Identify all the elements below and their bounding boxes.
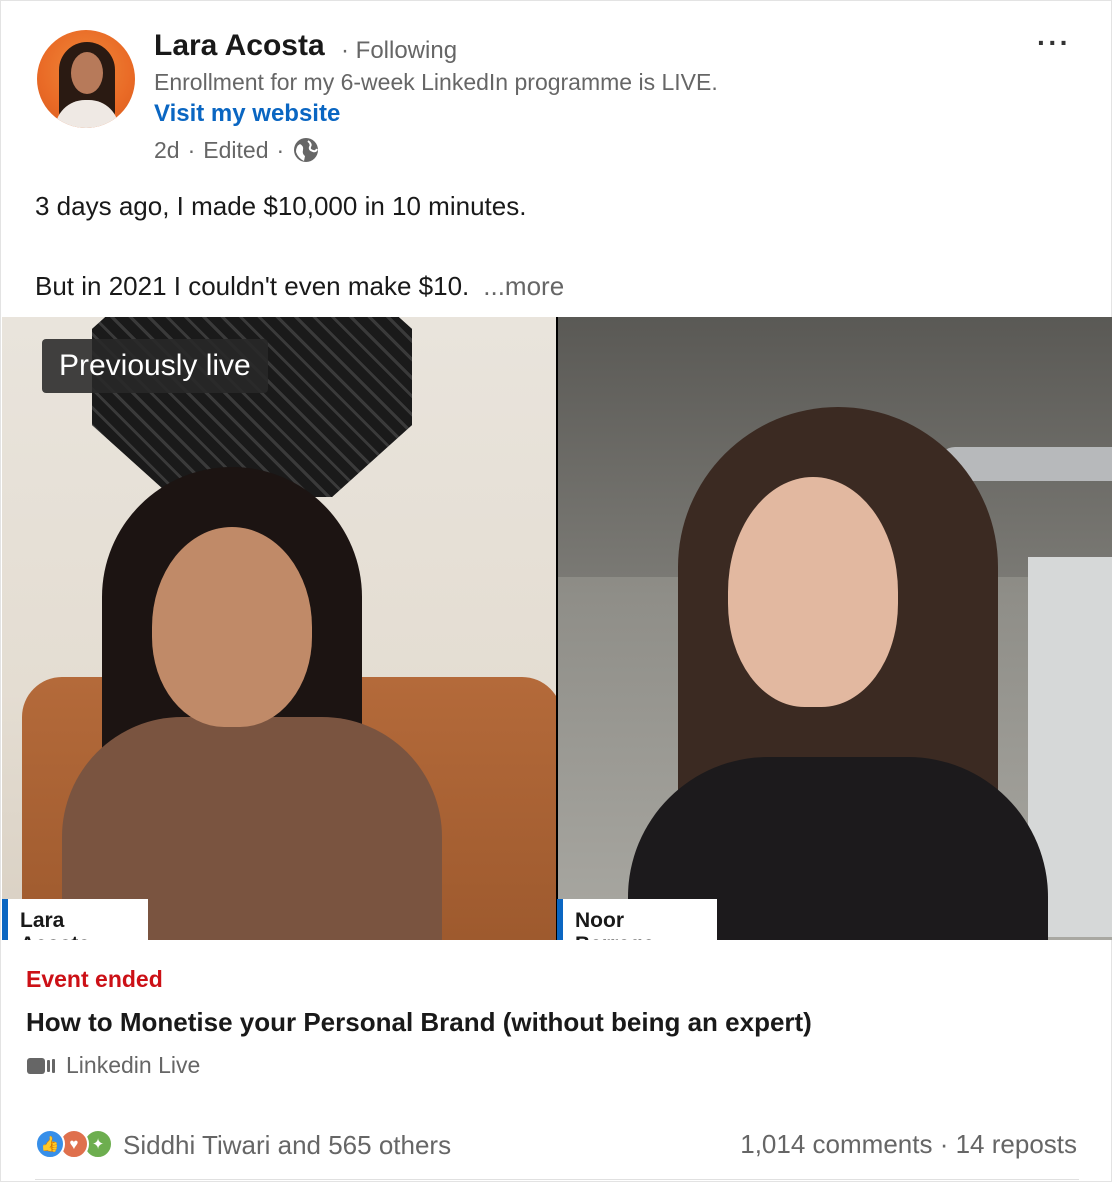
following-status: · Following [341, 37, 458, 64]
reactors-text[interactable]: Siddhi Tiwari and 565 others [123, 1130, 451, 1161]
social-reactions[interactable]: 👍 ♥ ✦ Siddhi Tiwari and 565 others [35, 1129, 451, 1161]
event-type: Linkedin Live [26, 1052, 200, 1079]
engagement-counts: 1,014 comments · 14 reposts [740, 1129, 1077, 1160]
divider [35, 1179, 1079, 1180]
participant-name-tag-left: Lara Acosta [2, 899, 148, 940]
reposts-count[interactable]: 14 reposts [956, 1129, 1077, 1159]
participant-name-tag-right: Noor Barrage [557, 899, 717, 940]
see-more-link[interactable]: ...more [483, 271, 564, 301]
event-type-label: Linkedin Live [66, 1052, 201, 1078]
post-line-1: 3 days ago, I made $10,000 in 10 minutes… [35, 191, 527, 221]
post-text: 3 days ago, I made $10,000 in 10 minutes… [35, 186, 564, 306]
event-title[interactable]: How to Monetise your Personal Brand (wit… [26, 1007, 812, 1038]
participant-face [152, 527, 312, 727]
post-card: Lara Acosta · Following Enrollment for m… [0, 0, 1112, 1182]
author-headline: Enrollment for my 6-week LinkedIn progra… [154, 69, 718, 95]
avatar-face [71, 52, 103, 94]
video-pane-right [558, 317, 1112, 940]
meta-separator: · [187, 136, 196, 163]
comments-count[interactable]: 1,014 comments [740, 1129, 932, 1159]
reaction-icons: 👍 ♥ ✦ [35, 1129, 117, 1161]
previously-live-badge: Previously live [42, 339, 268, 393]
globe-icon [294, 138, 319, 162]
meta-separator: · [276, 136, 285, 163]
more-options-icon[interactable]: ··· [1037, 27, 1071, 59]
participant-face [728, 477, 898, 707]
edited-label: Edited [203, 136, 269, 163]
live-video[interactable]: Previously live Lara Acosta Noor Barrage [2, 317, 1112, 940]
author-name[interactable]: Lara Acosta [154, 29, 325, 63]
visit-website-link[interactable]: Visit my website [154, 100, 340, 128]
video-pane-left [2, 317, 556, 940]
like-reaction-icon: 👍 [35, 1129, 65, 1159]
author-avatar[interactable] [37, 30, 135, 128]
event-status: Event ended [26, 966, 163, 992]
post-line-2-wrapper: But in 2021 I couldn't even make $10....… [35, 266, 564, 306]
post-line-2: But in 2021 I couldn't even make $10. [35, 271, 470, 301]
post-time: 2d [154, 136, 180, 163]
video-camera-icon [27, 1057, 55, 1074]
post-meta: 2d · Edited · [154, 136, 320, 164]
counts-separator: · [939, 1129, 956, 1159]
